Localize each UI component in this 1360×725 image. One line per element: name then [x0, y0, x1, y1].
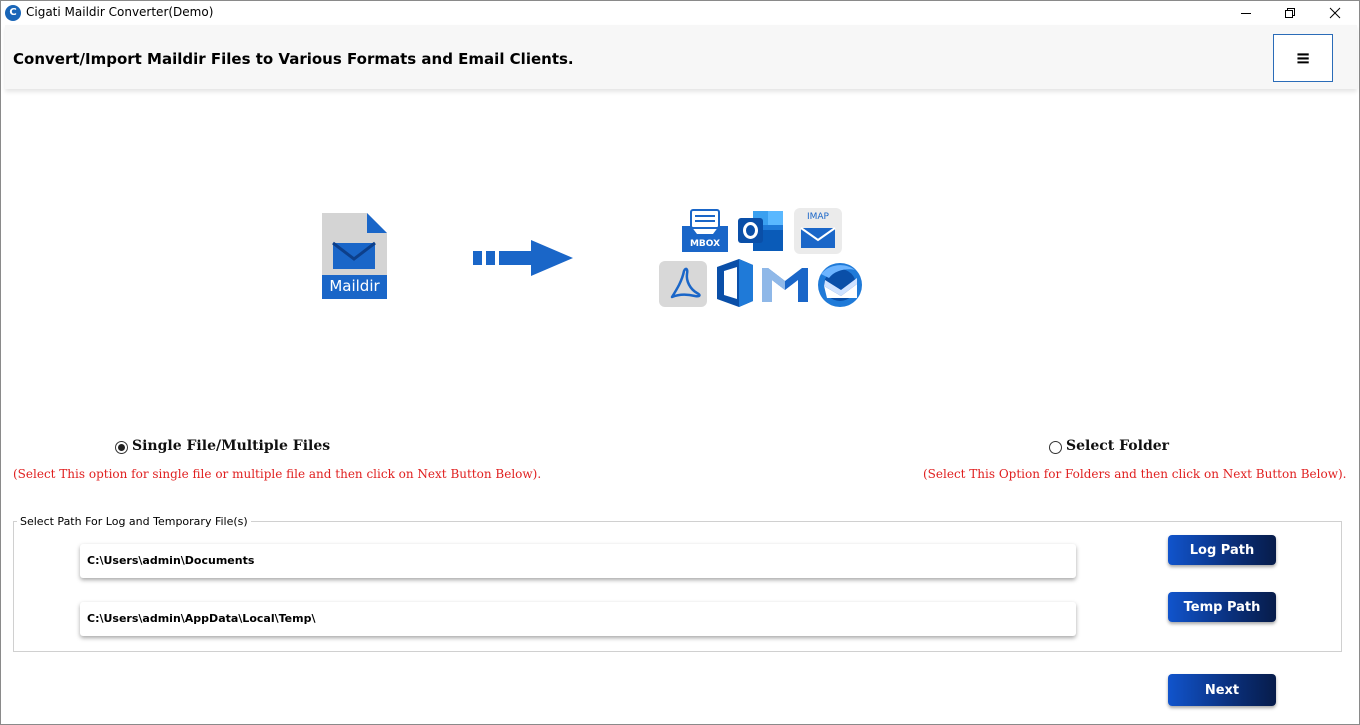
- select-folder-option-label[interactable]: Select Folder: [1066, 438, 1169, 454]
- app-header: Convert/Import Maildir Files to Various …: [5, 25, 1357, 89]
- path-settings-legend: Select Path For Log and Temporary File(s…: [17, 515, 251, 528]
- gmail-icon: [762, 268, 808, 302]
- outlook-icon: [738, 211, 783, 251]
- next-button[interactable]: Next: [1168, 674, 1276, 706]
- select-folder-radio[interactable]: [1049, 441, 1062, 454]
- single-file-option-label[interactable]: Single File/Multiple Files: [132, 438, 330, 454]
- select-folder-hint: (Select This Option for Folders and then…: [923, 467, 1347, 481]
- restore-button[interactable]: [1267, 1, 1313, 25]
- log-path-button[interactable]: Log Path: [1168, 535, 1276, 565]
- hamburger-icon: ≡: [1295, 47, 1311, 69]
- close-icon: [1329, 7, 1341, 19]
- minimize-icon: [1241, 13, 1251, 14]
- imap-badge-label: IMAP: [806, 212, 829, 222]
- office365-icon: [717, 259, 753, 307]
- single-file-hint: (Select This option for single file or m…: [13, 467, 542, 481]
- title-bar[interactable]: C Cigati Maildir Converter(Demo): [1, 1, 1359, 25]
- hamburger-menu-button[interactable]: ≡: [1273, 34, 1333, 82]
- restore-icon: [1285, 8, 1295, 18]
- log-path-field[interactable]: C:\Users\admin\Documents: [80, 544, 1076, 578]
- thunderbird-icon: [818, 263, 862, 307]
- mbox-badge-label: MBOX: [689, 239, 721, 249]
- arrow-right-icon: [473, 240, 573, 276]
- page-title: Convert/Import Maildir Files to Various …: [13, 50, 574, 68]
- minimize-button[interactable]: [1223, 1, 1269, 25]
- temp-path-field[interactable]: C:\Users\admin\AppData\Local\Temp\: [80, 602, 1076, 636]
- single-file-radio[interactable]: [115, 441, 128, 454]
- window-title: Cigati Maildir Converter(Demo): [26, 5, 214, 19]
- temp-path-button[interactable]: Temp Path: [1168, 592, 1276, 622]
- close-button[interactable]: [1312, 1, 1358, 25]
- pdf-icon: [659, 261, 707, 307]
- app-logo-icon: C: [5, 5, 21, 21]
- maildir-label: Maildir: [329, 277, 380, 295]
- app-window: C Cigati Maildir Converter(Demo) Convert…: [0, 0, 1360, 725]
